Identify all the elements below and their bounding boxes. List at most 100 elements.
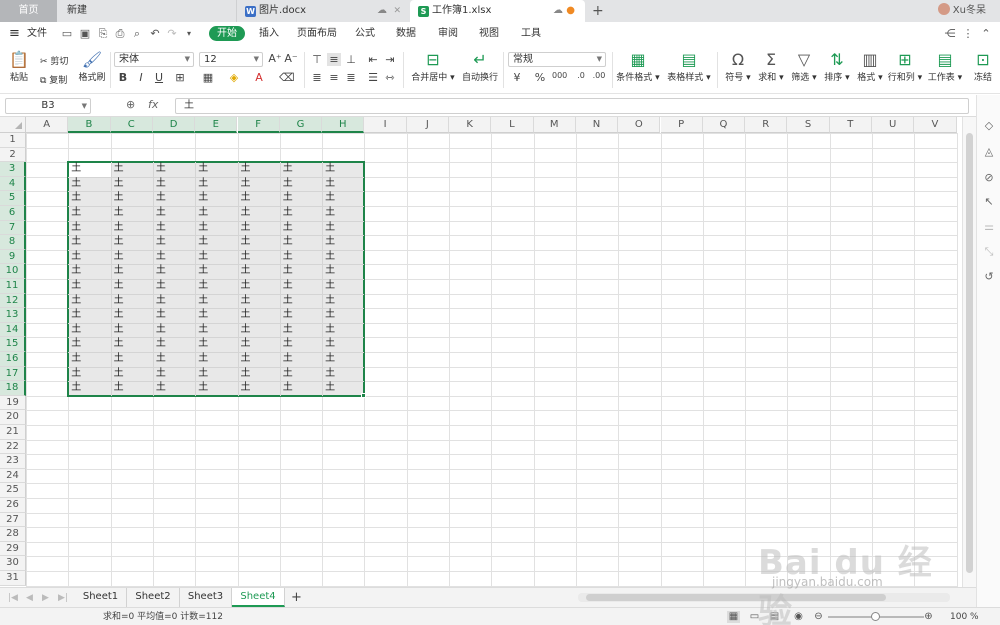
cell-G4[interactable]: 土 — [280, 177, 322, 192]
row-header-28[interactable]: 28 — [0, 527, 26, 542]
thousands-icon[interactable]: 000 — [552, 71, 567, 80]
freeze-button[interactable]: ⊡ 冻结 — [968, 50, 998, 83]
cell-G8[interactable]: 土 — [280, 235, 322, 250]
row-header-5[interactable]: 5 — [0, 191, 26, 206]
add-sheet-button[interactable]: + — [291, 588, 302, 608]
cell-H12[interactable]: 土 — [322, 294, 364, 309]
cell-E4[interactable]: 土 — [195, 177, 237, 192]
align-right-icon[interactable]: ≣ — [344, 71, 358, 84]
zoom-out-icon[interactable]: ⊖ — [812, 611, 825, 623]
cell-B13[interactable]: 土 — [68, 308, 110, 323]
print-icon[interactable]: ⎙ — [113, 27, 127, 41]
collapse-ribbon-icon[interactable]: ⌃ — [979, 27, 993, 41]
cell-D4[interactable]: 土 — [153, 177, 195, 192]
cell-H17[interactable]: 土 — [322, 367, 364, 382]
cell-F16[interactable]: 土 — [238, 352, 280, 367]
cell-F6[interactable]: 土 — [238, 206, 280, 221]
menu-file[interactable]: 文件 — [27, 22, 47, 46]
row-header-23[interactable]: 23 — [0, 454, 26, 469]
cell-H10[interactable]: 土 — [322, 264, 364, 279]
format-button[interactable]: ▥ 格式 ▾ — [854, 50, 886, 83]
menu-review[interactable]: 审阅 — [438, 22, 458, 46]
cell-H9[interactable]: 土 — [322, 250, 364, 265]
align-middle-icon[interactable]: ≡ — [327, 53, 341, 66]
cell-E17[interactable]: 土 — [195, 367, 237, 382]
row-header-17[interactable]: 17 — [0, 366, 26, 382]
row-header-25[interactable]: 25 — [0, 483, 26, 498]
indent-decrease-icon[interactable]: ⇤ — [366, 53, 380, 66]
cell-F18[interactable]: 土 — [238, 381, 280, 396]
row-header-22[interactable]: 22 — [0, 439, 26, 455]
cell-G11[interactable]: 土 — [280, 279, 322, 294]
cell-H18[interactable]: 土 — [322, 381, 364, 396]
menu-view[interactable]: 视图 — [479, 22, 499, 46]
paste-button[interactable]: 📋 粘贴 — [6, 50, 32, 83]
row-header-15[interactable]: 15 — [0, 337, 26, 352]
cell-H8[interactable]: 土 — [322, 235, 364, 250]
prev-sheet-icon[interactable]: ◀ — [26, 588, 33, 608]
undo-icon[interactable]: ↶ — [148, 27, 162, 41]
cell-D13[interactable]: 土 — [153, 308, 195, 323]
copy-button[interactable]: ⧉ 复制 — [40, 73, 67, 86]
column-header-a[interactable]: A — [26, 117, 69, 133]
first-sheet-icon[interactable]: |◀ — [8, 588, 18, 608]
formula-input[interactable]: 土 — [175, 98, 969, 114]
row-header-18[interactable]: 18 — [0, 381, 26, 396]
cell-E5[interactable]: 土 — [195, 191, 237, 206]
font-size-select[interactable]: 12 ▼ — [199, 52, 263, 67]
cell-B17[interactable]: 土 — [68, 367, 110, 382]
merge-center-button[interactable]: ⊟ 合并居中 ▾ — [409, 50, 457, 83]
row-header-2[interactable]: 2 — [0, 147, 26, 163]
column-header-e[interactable]: E — [195, 117, 238, 133]
menu-data[interactable]: 数据 — [396, 22, 416, 46]
cell-B5[interactable]: 土 — [68, 191, 110, 206]
border-icon[interactable]: ⊞ — [173, 71, 187, 84]
cell-H6[interactable]: 土 — [322, 206, 364, 221]
cell-G5[interactable]: 土 — [280, 191, 322, 206]
cell-B18[interactable]: 土 — [68, 381, 110, 396]
cell-G6[interactable]: 土 — [280, 206, 322, 221]
vertical-scrollbar[interactable] — [962, 117, 976, 587]
cell-F9[interactable]: 土 — [238, 250, 280, 265]
cell-C11[interactable]: 土 — [111, 279, 153, 294]
row-header-1[interactable]: 1 — [0, 133, 26, 148]
cell-E15[interactable]: 土 — [195, 337, 237, 352]
zoom-in-icon[interactable]: ⊕ — [922, 611, 935, 623]
cell-E3[interactable]: 土 — [195, 162, 237, 177]
cell-G12[interactable]: 土 — [280, 294, 322, 309]
save-icon[interactable]: ▣ — [78, 27, 92, 41]
format-painter-button[interactable]: 🖌 格式刷 — [78, 50, 106, 83]
tab-xlsx-file[interactable]: S 工作簿1.xlsx ☁ ● — [410, 0, 585, 22]
sheet-tab-3[interactable]: Sheet3 — [180, 588, 232, 607]
menu-start[interactable]: 开始 — [209, 26, 245, 41]
align-top-icon[interactable]: ⊤ — [310, 53, 324, 66]
cell-F5[interactable]: 土 — [238, 191, 280, 206]
align-center-icon[interactable]: ≡ — [327, 71, 341, 84]
cell-F17[interactable]: 土 — [238, 367, 280, 382]
horizontal-scrollbar[interactable] — [578, 593, 950, 602]
unsaved-dot-icon[interactable]: ● — [566, 0, 575, 22]
cell-B11[interactable]: 土 — [68, 279, 110, 294]
column-header-k[interactable]: K — [449, 117, 492, 133]
row-header-27[interactable]: 27 — [0, 512, 26, 528]
align-bottom-icon[interactable]: ⊥ — [344, 53, 358, 66]
cell-D12[interactable]: 土 — [153, 294, 195, 309]
row-header-12[interactable]: 12 — [0, 293, 26, 309]
cell-G16[interactable]: 土 — [280, 352, 322, 367]
fill-color-icon[interactable]: ◈ — [227, 71, 241, 84]
cell-D3[interactable]: 土 — [153, 162, 195, 177]
decrease-decimal-icon[interactable]: .00 — [592, 71, 606, 80]
wrap-text-button[interactable]: ↵ 自动换行 — [460, 50, 500, 83]
shapes-icon[interactable]: ◇ — [982, 119, 996, 133]
cell-G14[interactable]: 土 — [280, 323, 322, 338]
font-color-icon[interactable]: A — [252, 71, 266, 84]
column-header-t[interactable]: T — [829, 117, 872, 133]
name-box[interactable]: B3 ▼ — [5, 98, 91, 114]
row-header-9[interactable]: 9 — [0, 249, 26, 265]
cell-H4[interactable]: 土 — [322, 177, 364, 192]
cell-D18[interactable]: 土 — [153, 381, 195, 396]
cell-G3[interactable]: 土 — [280, 162, 322, 177]
row-header-29[interactable]: 29 — [0, 541, 26, 557]
sheet-tab-1[interactable]: Sheet1 — [75, 588, 127, 607]
cell-C3[interactable]: 土 — [111, 162, 153, 177]
